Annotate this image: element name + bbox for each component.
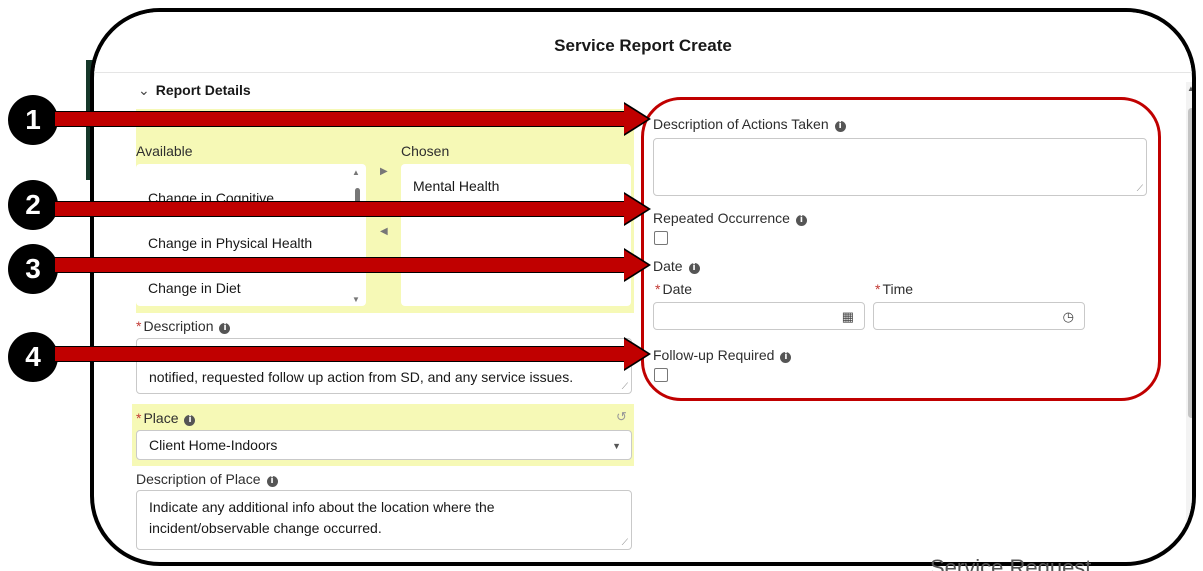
description-value: notified, requested follow up action fro…	[149, 369, 574, 385]
required-asterisk: *	[136, 318, 142, 334]
move-left-arrow-icon[interactable]: ◀	[380, 226, 388, 237]
info-icon[interactable]: i	[219, 323, 231, 334]
modal-header: Service Report Create	[94, 12, 1192, 73]
chevron-down-icon: ▼	[612, 441, 621, 451]
chosen-option[interactable]: Mental Health	[413, 178, 499, 194]
info-icon[interactable]: i	[184, 415, 196, 426]
listbox-scrollbar[interactable]: ▲ ▼	[350, 164, 364, 306]
available-listbox[interactable]: Change in Cognitive Change in Physical H…	[136, 164, 366, 306]
available-label: Available	[136, 143, 193, 159]
placeholder-line: incident/observable change occurred.	[149, 520, 382, 536]
callout-badge-2: 2	[8, 180, 58, 230]
required-asterisk: *	[136, 410, 142, 426]
arrow-head	[624, 339, 648, 369]
callout-highlight-frame	[641, 97, 1161, 401]
move-right-arrow-icon[interactable]: ▶	[380, 166, 388, 177]
arrow-head	[624, 104, 648, 134]
chosen-listbox[interactable]: Mental Health	[401, 164, 631, 306]
available-option[interactable]: Change in Physical Health	[148, 235, 312, 251]
background-partial-text: Service Request	[930, 555, 1092, 571]
chosen-label: Chosen	[401, 143, 450, 159]
place-select[interactable]: Client Home-Indoors ▼	[136, 430, 632, 460]
modal-title: Service Report Create	[554, 36, 732, 55]
modal-window: Service Report Create ▲ ⌄ Report Details …	[90, 8, 1196, 566]
resize-handle-icon[interactable]: ⟋	[622, 537, 628, 548]
arrow-head	[624, 250, 648, 280]
callout-badge-4: 4	[8, 332, 58, 382]
scroll-up-arrow-icon[interactable]: ▲	[352, 168, 360, 177]
place-label-text: Place	[143, 410, 179, 426]
callout-arrow-2	[54, 201, 626, 217]
description-label-text: Description	[143, 318, 214, 334]
section-toggle-report-details[interactable]: ⌄ Report Details	[138, 82, 251, 99]
resize-handle-icon[interactable]: ⟋	[622, 381, 628, 392]
undo-icon[interactable]: ↺	[616, 409, 627, 425]
placeholder-line: Indicate any additional info about the l…	[149, 499, 495, 515]
callout-badge-1: 1	[8, 95, 58, 145]
callout-arrow-3	[54, 257, 626, 273]
scroll-down-arrow-icon[interactable]: ▼	[352, 295, 360, 304]
available-option[interactable]: Change in Diet	[148, 280, 241, 296]
info-icon[interactable]: i	[266, 476, 278, 487]
place-value: Client Home-Indoors	[149, 437, 278, 453]
description-of-place-label: Description of Place i	[136, 471, 278, 487]
section-label: Report Details	[155, 82, 251, 98]
scrollbar-thumb[interactable]	[1188, 108, 1192, 418]
chevron-down-icon: ⌄	[138, 82, 150, 98]
callout-arrow-1	[54, 111, 626, 127]
scroll-up-arrow-icon[interactable]: ▲	[1187, 84, 1192, 93]
description-of-place-label-text: Description of Place	[136, 471, 261, 487]
callout-badge-3: 3	[8, 244, 58, 294]
callout-arrow-4	[54, 346, 626, 362]
arrow-head	[624, 194, 648, 224]
place-label: * Place i	[136, 410, 196, 426]
description-label: * Description i	[136, 318, 231, 334]
description-of-place-textarea[interactable]: Indicate any additional info about the l…	[136, 490, 632, 550]
